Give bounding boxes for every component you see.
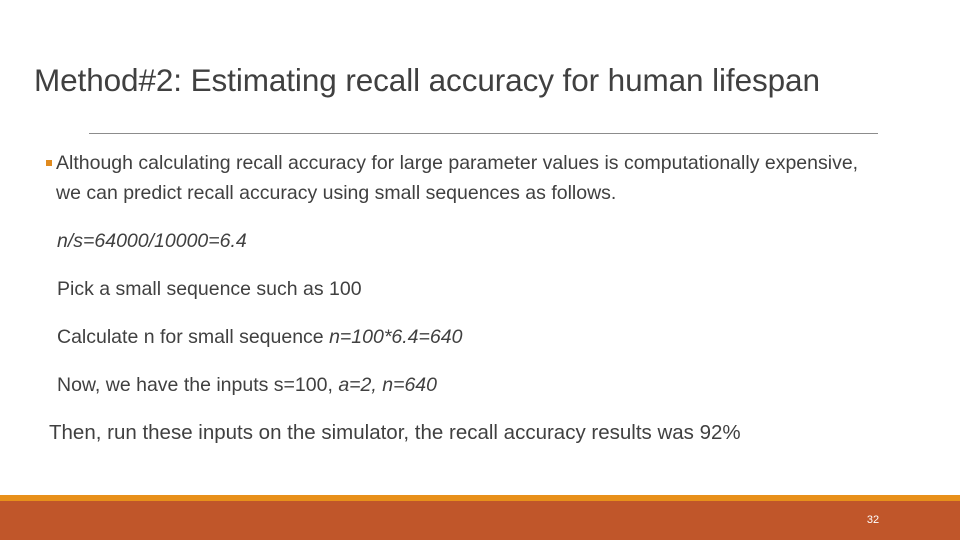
ratio-line: n/s=64000/10000=6.4	[57, 230, 247, 252]
page-number: 32	[866, 514, 880, 526]
result-line: Then, run these inputs on the simulator,…	[49, 421, 741, 444]
inputs-line-prefix: Now, we have the inputs s=100,	[57, 374, 339, 396]
footer-bar	[0, 501, 960, 540]
title-divider	[89, 133, 878, 134]
page-title: Method#2: Estimating recall accuracy for…	[34, 62, 820, 98]
square-bullet-icon	[46, 160, 52, 166]
slide-body: Although calculating recall accuracy for…	[0, 148, 960, 448]
calculate-line-prefix: Calculate n for small sequence	[57, 326, 330, 348]
pick-sequence-line: Pick a small sequence such as 100	[57, 278, 362, 300]
slide: Method#2: Estimating recall accuracy for…	[0, 0, 960, 540]
calculate-line: Calculate n for small sequence n=100*6.4…	[0, 322, 960, 352]
calculate-line-formula: n=100*6.4=640	[329, 326, 463, 348]
bullet-paragraph: Although calculating recall accuracy for…	[0, 148, 960, 208]
title-block: Method#2: Estimating recall accuracy for…	[0, 58, 960, 136]
inputs-line-formula: a=2, n=640	[338, 374, 437, 396]
bullet-paragraph-text: Although calculating recall accuracy for…	[56, 152, 859, 204]
inputs-line: Now, we have the inputs s=100, a=2, n=64…	[0, 370, 960, 400]
